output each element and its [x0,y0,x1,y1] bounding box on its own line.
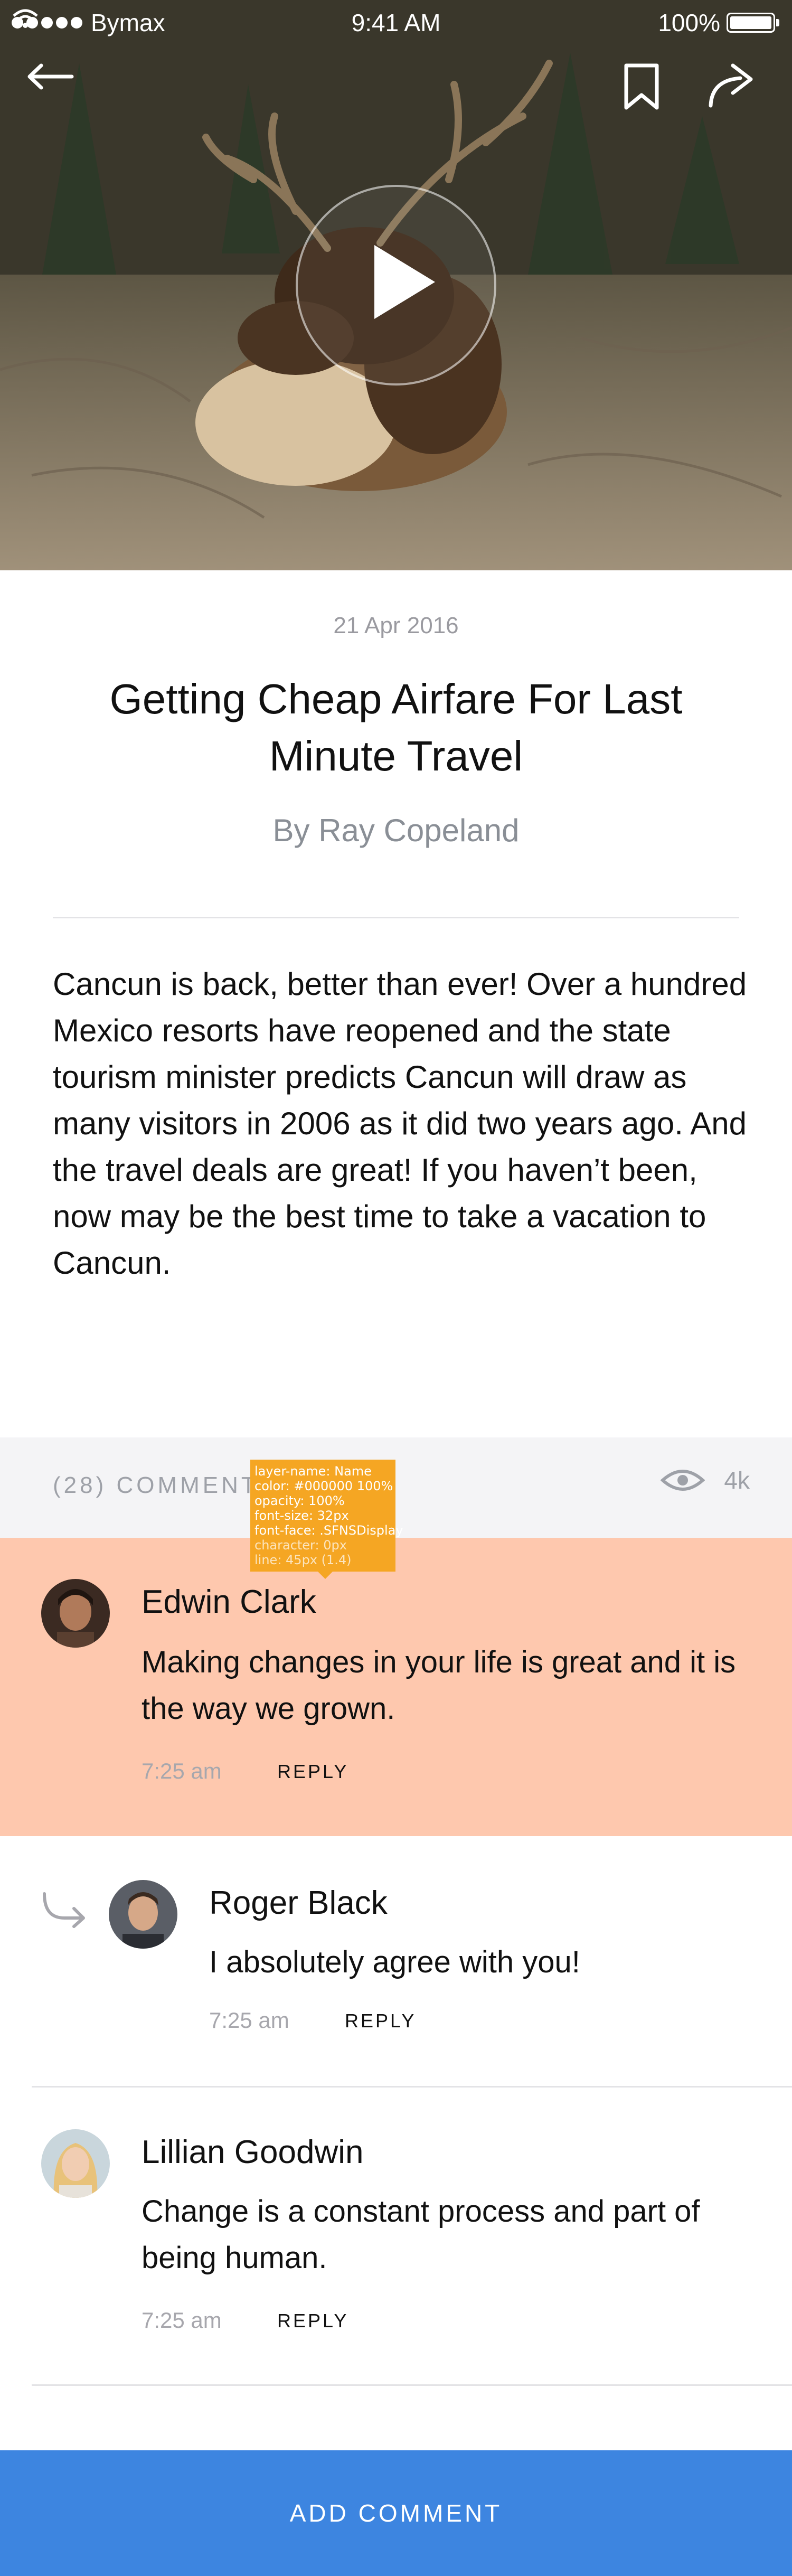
tooltip-line: opacity: 100% [254,1493,345,1508]
comment-text: Making changes in your life is great and… [142,1645,736,1726]
bookmark-icon [624,63,659,110]
add-comment-button[interactable]: ADD COMMENT [0,2450,792,2576]
status-bar: Bymax 9:41 AM 100% [0,0,792,46]
divider [32,2086,792,2088]
comment-time: 7:25 am [142,2308,222,2333]
reply-thread-icon [43,1892,85,1928]
reply-button[interactable]: REPLY [345,2010,416,2032]
avatar-roger-black[interactable] [109,1880,177,1949]
tooltip-line: layer-name: Name [254,1464,372,1479]
divider [53,917,739,918]
comment-author-name[interactable]: Roger Black [209,1884,388,1922]
battery-icon [727,13,775,33]
article-date: 21 Apr 2016 [333,613,459,638]
bookmark-button[interactable] [623,62,676,120]
avatar-lillian-goodwin[interactable] [41,2129,110,2198]
layer-inspector-tooltip: layer-name: Name color: #000000 100% opa… [250,1460,403,1579]
divider [32,2384,792,2386]
play-video-button[interactable] [296,185,496,386]
comment-text: Change is a constant process and part of… [142,2194,700,2275]
play-icon [374,245,435,319]
tooltip-line: color: #000000 100% [254,1479,393,1493]
tooltip-line: character: 0px [254,1538,347,1553]
views-count: 4k [724,1466,750,1494]
tooltip-line: line: 45px (1.4) [254,1553,352,1567]
share-button[interactable] [708,62,766,120]
tooltip-line: font-size: 32px [254,1508,349,1523]
article-author[interactable]: By Ray Copeland [0,812,792,849]
reply-button[interactable]: REPLY [277,1761,348,1783]
comment-author-name[interactable]: Edwin Clark [142,1583,316,1621]
article-title: Getting Cheap Airfare For Last Minute Tr… [109,675,683,779]
reply-button[interactable]: REPLY [277,2310,348,2332]
tooltip-line: font-face: .SFNSDisplay [254,1523,403,1538]
eye-icon [661,1470,705,1491]
comment-author-name[interactable]: Lillian Goodwin [142,2133,363,2171]
comment-text: I absolutely agree with you! [209,1945,580,1979]
back-button[interactable] [26,63,84,116]
comments-count[interactable]: (28) COMMENTS [53,1472,277,1499]
article-body: Cancun is back, better than ever! Over a… [53,966,747,1281]
views-counter: 4k [661,1466,750,1494]
arrow-left-icon [27,63,74,90]
battery-percent: 100% [658,9,720,36]
hero-image: Bymax 9:41 AM 100% [0,0,792,570]
comment-time: 7:25 am [209,2008,289,2033]
share-icon [709,63,753,108]
comment-time: 7:25 am [142,1759,222,1783]
avatar-edwin-clark[interactable] [41,1579,110,1648]
